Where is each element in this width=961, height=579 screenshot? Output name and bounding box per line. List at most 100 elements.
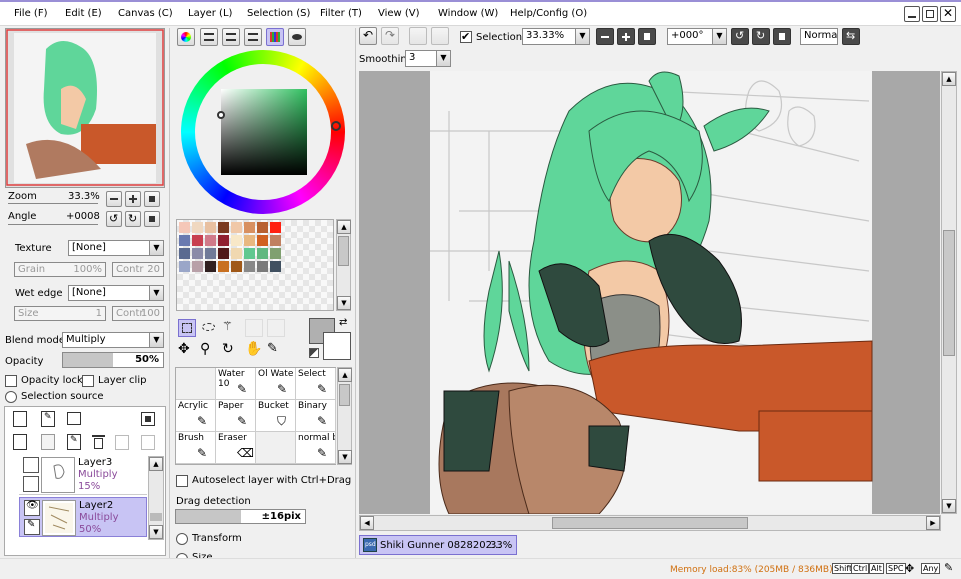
minimize-icon[interactable] [904,6,920,22]
scroll-up-icon[interactable]: ▲ [149,457,163,471]
palette-swatch[interactable] [218,222,229,233]
tool-cell[interactable]: Water 10 ✎ [216,368,256,400]
rotate-reset-icon[interactable] [773,28,791,45]
layer-row[interactable]: Layer3 Multiply 15% [19,455,147,495]
tool-cell[interactable]: Ol Wate ✎ [256,368,296,400]
canvas-vscrollbar[interactable]: ▲ ▼ [941,71,957,514]
merge-down-icon[interactable] [41,434,55,450]
drag-detection-slider[interactable]: ±16pix [175,509,306,524]
contr-field[interactable]: Contr 20 [112,262,164,277]
palette-swatch[interactable] [205,248,216,259]
smoothing-select[interactable]: 3 ▼ [405,50,451,67]
zoom-reset-icon[interactable] [638,28,656,45]
visibility-toggle[interactable] [23,457,39,473]
deselect-button[interactable] [409,27,427,45]
tool-cell[interactable]: normal b ✎ [296,432,336,464]
palette-swatch[interactable] [205,222,216,233]
eyedropper-icon[interactable]: ✎ [267,341,285,359]
tool-cell[interactable] [256,432,296,464]
palette-swatch[interactable] [257,235,268,246]
layer-move-down-icon[interactable] [141,435,155,450]
angle-select[interactable]: +000° ▼ [667,28,727,45]
color-wheel-tab[interactable] [177,28,195,46]
scroll-up-icon[interactable]: ▲ [338,368,352,382]
rotate-reset-button[interactable] [144,211,160,227]
palette-swatch[interactable] [231,261,242,272]
palette-swatch[interactable] [270,248,281,259]
layer-row-selected[interactable]: 👁 ✎ Layer2 Multiply 50% [19,497,147,537]
scratchpad-tab[interactable] [288,28,306,46]
zoom-reset-button[interactable] [144,191,160,207]
layer-move-up-icon[interactable] [115,435,129,450]
move-icon[interactable]: ✥ [178,341,196,359]
eye-icon[interactable]: 👁 [24,500,40,516]
palette-swatch[interactable] [192,248,203,259]
default-colors-icon[interactable] [309,348,319,358]
scroll-up-icon[interactable]: ▲ [337,220,351,234]
palette-swatch[interactable] [179,248,190,259]
sv-cursor[interactable] [217,111,225,119]
scroll-thumb[interactable] [338,236,349,266]
palette-swatch[interactable] [179,222,190,233]
palette-swatch[interactable] [231,248,242,259]
grain-field[interactable]: Grain 100% [14,262,106,277]
palette-swatch[interactable] [192,261,203,272]
redo-button[interactable]: ↷ [381,27,399,45]
menu-selection[interactable]: Selection (S) [247,8,310,19]
contr2-field[interactable]: Contr 100 [112,306,164,321]
zoom-in-button[interactable] [125,191,141,207]
transfer-down-icon[interactable] [13,434,27,450]
color-palette[interactable] [176,219,334,311]
new-folder-icon[interactable] [67,412,81,425]
canvas-hscrollbar[interactable]: ◀ ▶ [359,515,941,531]
palette-swatch[interactable] [257,261,268,272]
zoom-out-button[interactable] [106,191,122,207]
tool-cell[interactable]: Eraser ⌫ [216,432,256,464]
rect-select-icon[interactable] [178,319,196,337]
menu-canvas[interactable]: Canvas (C) [118,8,173,19]
artwork-canvas[interactable] [359,71,940,515]
gradient-tab[interactable] [244,28,262,46]
tool-cell[interactable]: Acrylic ✎ [176,400,216,432]
palette-swatch[interactable] [244,261,255,272]
palette-swatch[interactable] [270,222,281,233]
document-tab[interactable]: psd Shiki Gunner 0828202... 33% [359,535,517,555]
rgb-slider-tab[interactable] [200,28,218,46]
undo-button[interactable]: ↶ [359,27,377,45]
autoselect-checkbox[interactable] [176,475,188,487]
tool-cell[interactable] [176,368,216,400]
secondary-color-swatch[interactable] [323,332,351,360]
navigator-preview[interactable] [5,28,165,188]
palette-swatch[interactable] [205,235,216,246]
view-mode-select[interactable]: Normal [800,28,838,45]
wet-edge-select[interactable]: [None] ▼ [68,285,164,301]
trash-icon[interactable] [92,435,105,450]
blend-mode-select[interactable]: Multiply ▼ [62,332,164,348]
palette-swatch[interactable] [192,222,203,233]
menu-help[interactable]: Help/Config (O) [510,8,587,19]
lasso-icon[interactable] [200,319,218,337]
pen-icon[interactable]: ✎ [24,519,40,535]
palette-swatch[interactable] [257,222,268,233]
palette-swatch[interactable] [231,222,242,233]
rotate-tool-icon[interactable]: ↻ [222,341,240,359]
palette-swatch[interactable] [218,248,229,259]
palette-swatch[interactable] [218,261,229,272]
palette-swatch[interactable] [270,235,281,246]
lock-toggle[interactable] [23,476,39,492]
size-field[interactable]: Size 1 [14,306,106,321]
layer-clip-checkbox[interactable] [82,375,94,387]
scroll-thumb[interactable] [339,384,350,406]
selection-checkbox[interactable] [460,30,472,43]
palette-swatch[interactable] [205,261,216,272]
selection-source-radio[interactable] [5,391,17,403]
vscroll-thumb[interactable] [943,230,955,356]
zoom-out-icon[interactable] [596,28,614,45]
menu-edit[interactable]: Edit (E) [65,8,102,19]
scroll-down-icon[interactable]: ▼ [338,450,352,464]
tool-cell[interactable]: Binary ✎ [296,400,336,432]
tool-cell[interactable]: Paper ✎ [216,400,256,432]
hscroll-thumb[interactable] [552,517,748,529]
scroll-right-icon[interactable]: ▶ [926,516,940,530]
saturation-value-square[interactable] [221,89,307,175]
